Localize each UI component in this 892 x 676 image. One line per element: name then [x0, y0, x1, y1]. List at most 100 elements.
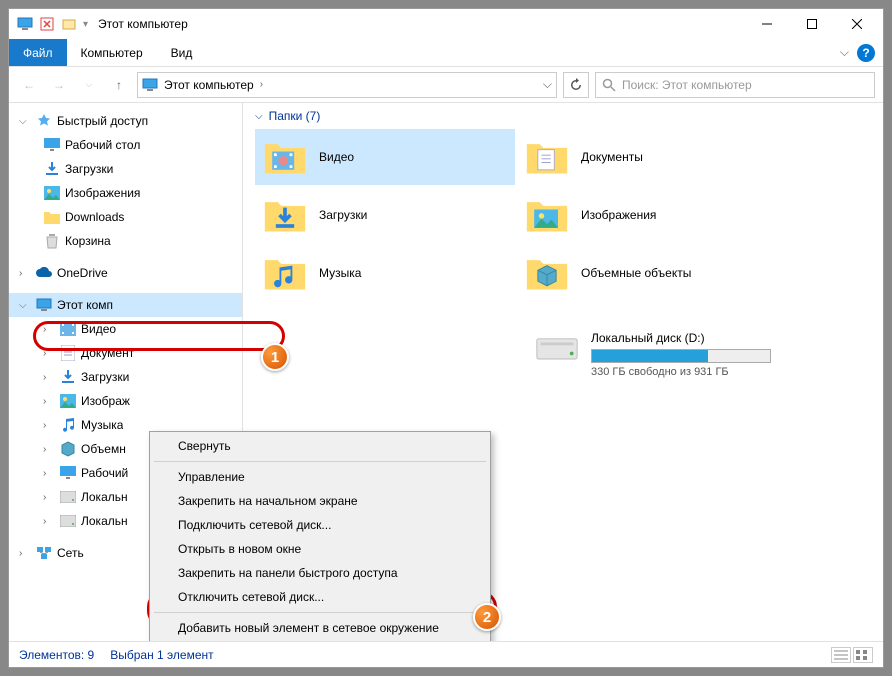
breadcrumb-location[interactable]: Этот компьютер: [164, 78, 254, 92]
pictures-icon: [60, 394, 76, 408]
network-icon: [36, 546, 52, 560]
view-buttons: [831, 647, 873, 663]
status-item-count: Элементов: 9: [19, 648, 94, 662]
context-menu: Свернуть Управление Закрепить на начальн…: [149, 431, 491, 641]
refresh-icon: [569, 78, 583, 92]
folder-video[interactable]: Видео: [255, 129, 515, 185]
drive-d[interactable]: Локальный диск (D:) 330 ГБ свободно из 9…: [535, 331, 795, 378]
ribbon-tab-file[interactable]: Файл: [9, 39, 67, 66]
ctx-add-network[interactable]: Добавить новый элемент в сетевое окружен…: [152, 616, 488, 640]
chevron-down-icon: ⌵: [255, 111, 263, 122]
folder-video-icon: [263, 135, 307, 179]
folders-grid: Видео Документы Загрузки Изображения Муз…: [255, 129, 871, 301]
explorer-window: ▾ Этот компьютер Файл Компьютер Вид ⌵ ? …: [8, 8, 884, 668]
folder-music[interactable]: Музыка: [255, 245, 515, 301]
ribbon-expand-icon[interactable]: ⌵: [840, 45, 849, 60]
ribbon-tab-view[interactable]: Вид: [157, 39, 207, 66]
drive-d-free: 330 ГБ свободно из 931 ГБ: [591, 366, 795, 378]
new-folder-icon[interactable]: [61, 16, 77, 32]
this-pc-icon: [36, 297, 52, 313]
cloud-icon: [35, 267, 53, 279]
tree-pictures[interactable]: Изображения: [9, 181, 242, 205]
tree-this-pc[interactable]: ⌵Этот комп: [9, 293, 242, 317]
navigation-bar: ← → ⌵ ↑ Этот компьютер › ⌵ Поиск: Этот к…: [9, 67, 883, 103]
drive-d-bar-fill: [592, 350, 708, 362]
recent-dropdown[interactable]: ⌵: [77, 73, 101, 97]
chevron-right-icon[interactable]: ›: [43, 516, 55, 527]
ctx-manage[interactable]: Управление: [152, 465, 488, 489]
address-dropdown-icon[interactable]: ⌵: [543, 77, 552, 92]
drive-icon: [60, 515, 76, 527]
documents-icon: [61, 345, 75, 361]
music-icon: [61, 417, 75, 433]
folder-pictures-icon: [525, 193, 569, 237]
ctx-pin-qa[interactable]: Закрепить на панели быстрого доступа: [152, 561, 488, 585]
maximize-button[interactable]: [789, 9, 834, 39]
titlebar-dropdown-icon[interactable]: ▾: [83, 19, 88, 30]
folder-3d-icon: [525, 251, 569, 295]
status-selected: Выбран 1 элемент: [110, 648, 213, 662]
star-icon: [36, 113, 52, 129]
chevron-right-icon[interactable]: ›: [19, 268, 31, 279]
tree-desktop[interactable]: Рабочий стол: [9, 133, 242, 157]
ctx-map-drive[interactable]: Подключить сетевой диск...: [152, 513, 488, 537]
drive-d-name: Локальный диск (D:): [591, 331, 795, 345]
chevron-right-icon[interactable]: ›: [43, 444, 55, 455]
chevron-right-icon[interactable]: ›: [43, 396, 55, 407]
folder-3d-objects[interactable]: Объемные объекты: [517, 245, 777, 301]
minimize-button[interactable]: [744, 9, 789, 39]
view-details-button[interactable]: [831, 647, 851, 663]
folder-downloads[interactable]: Загрузки: [255, 187, 515, 243]
tree-downloads-en[interactable]: Downloads: [9, 205, 242, 229]
properties-icon[interactable]: [39, 16, 55, 32]
up-button[interactable]: ↑: [107, 73, 131, 97]
desktop-icon: [44, 138, 60, 152]
close-button[interactable]: [834, 9, 879, 39]
tree-documents[interactable]: ›Документ: [9, 341, 242, 365]
tree-downloads[interactable]: Загрузки: [9, 157, 242, 181]
back-button[interactable]: ←: [17, 73, 41, 97]
chevron-right-icon[interactable]: ›: [43, 348, 55, 359]
folder-documents-icon: [525, 135, 569, 179]
search-icon: [602, 78, 616, 92]
folder-documents[interactable]: Документы: [517, 129, 777, 185]
ctx-collapse[interactable]: Свернуть: [152, 434, 488, 458]
tree-onedrive[interactable]: ›OneDrive: [9, 261, 242, 285]
folder-pictures[interactable]: Изображения: [517, 187, 777, 243]
chevron-right-icon[interactable]: ›: [19, 548, 31, 559]
window-title: Этот компьютер: [98, 17, 188, 31]
ctx-new-window[interactable]: Открыть в новом окне: [152, 537, 488, 561]
ctx-disconnect[interactable]: Отключить сетевой диск...: [152, 585, 488, 609]
tree-quick-access[interactable]: ⌵ Быстрый доступ: [9, 109, 242, 133]
video-icon: [60, 322, 76, 336]
chevron-down-icon[interactable]: ⌵: [19, 116, 31, 127]
forward-button[interactable]: →: [47, 73, 71, 97]
help-icon[interactable]: ?: [857, 44, 875, 62]
chevron-right-icon[interactable]: ›: [43, 420, 55, 431]
chevron-right-icon[interactable]: ›: [43, 372, 55, 383]
chevron-right-icon[interactable]: ›: [43, 324, 55, 335]
tree-downloads2[interactable]: ›Загрузки: [9, 365, 242, 389]
download-icon: [44, 161, 60, 177]
chevron-right-icon[interactable]: ›: [43, 468, 55, 479]
drives-section: .. Локальный диск (D:) 330 ГБ свободно и…: [255, 331, 871, 378]
tree-video[interactable]: ›Видео: [9, 317, 242, 341]
ribbon-tab-computer[interactable]: Компьютер: [67, 39, 157, 66]
ctx-pin-start[interactable]: Закрепить на начальном экране: [152, 489, 488, 513]
tree-recycle[interactable]: Корзина: [9, 229, 242, 253]
search-input[interactable]: Поиск: Этот компьютер: [595, 72, 875, 98]
folders-section-header[interactable]: ⌵ Папки (7): [255, 109, 871, 123]
tree-pictures2[interactable]: ›Изображ: [9, 389, 242, 413]
pictures-icon: [44, 186, 60, 200]
address-bar[interactable]: Этот компьютер › ⌵: [137, 72, 557, 98]
view-large-icons-button[interactable]: [853, 647, 873, 663]
this-pc-icon: [17, 16, 33, 32]
cube-icon: [60, 441, 76, 457]
folder-downloads-icon: [263, 193, 307, 237]
refresh-button[interactable]: [563, 72, 589, 98]
drive-d-bar: [591, 349, 771, 363]
chevron-right-icon[interactable]: ›: [43, 492, 55, 503]
breadcrumb-chevron-icon[interactable]: ›: [260, 79, 263, 90]
address-this-pc-icon: [142, 77, 158, 93]
chevron-down-icon[interactable]: ⌵: [19, 300, 31, 311]
